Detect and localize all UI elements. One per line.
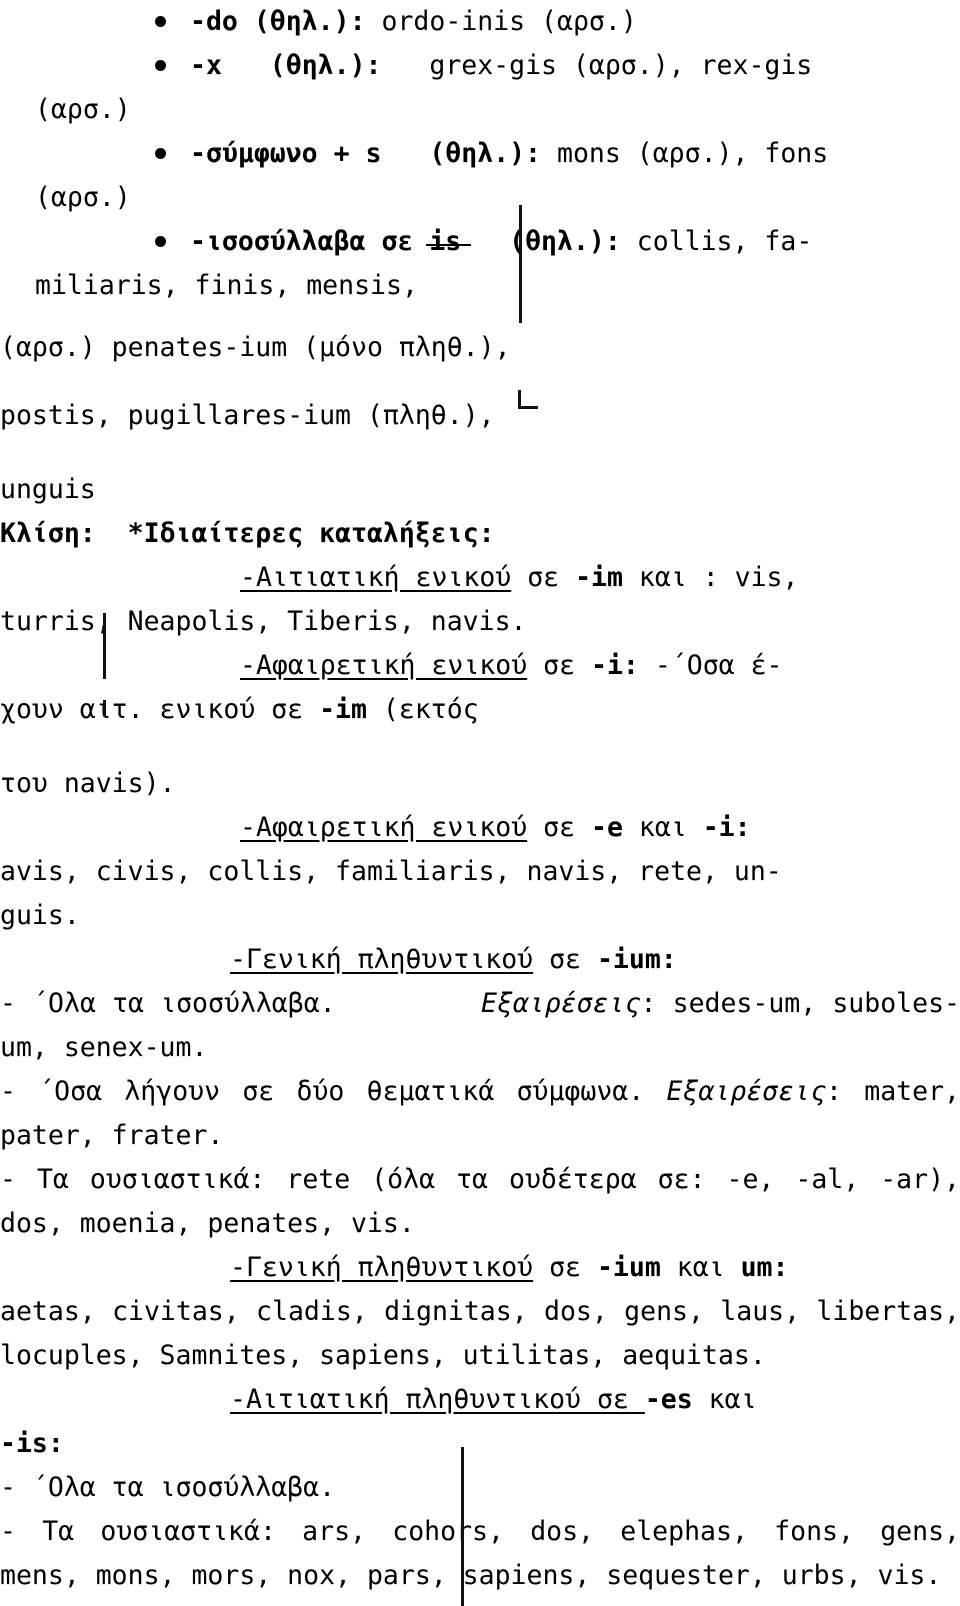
- section-heading: -Γενική πληθυντικού: [230, 1252, 534, 1283]
- section-body: turris, Neapolis, Tiberis, navis.: [0, 606, 527, 637]
- section-accusative-singular-im: -Αιτιατική ενικού σε -im και : vis,: [0, 556, 960, 600]
- section-ending-2: -i:: [702, 812, 751, 843]
- rule-text: - ΄Οσα λήγουν σε δύο θεματικά σύμφωνα.: [0, 1076, 667, 1107]
- section-body-2: του navis).: [0, 768, 176, 799]
- rule-item: - ΄Οσα λήγουν σε δύο θεματικά σύμφωνα. Ε…: [0, 1070, 960, 1158]
- bullet-gender: (θηλ.):: [509, 226, 621, 257]
- bullet-ending: -x: [190, 50, 222, 81]
- section-mid-2: και: [692, 1384, 757, 1415]
- section-ending: -ium: [596, 1252, 661, 1283]
- rule-item: - Τα ουσιαστικά: rete (όλα τα ουδέτερα σ…: [0, 1164, 960, 1239]
- section-ending: -i:: [591, 650, 639, 681]
- section-body-2: guis.: [0, 900, 80, 931]
- section-body: aetas, civitas, cladis, dignitas, dos, g…: [0, 1296, 960, 1371]
- rule-item: - Τα ουσιαστικά: ars, cohors, dos, eleph…: [0, 1516, 960, 1591]
- bullet-continuation: (αρσ.): [35, 182, 131, 213]
- section-ending: -e: [591, 812, 623, 843]
- rule-item: - ΄Ολα τα ισοσύλλαβα. Εξαιρέσεις: sedes-…: [0, 982, 960, 1070]
- bullet-gender: (θηλ.):: [253, 6, 366, 37]
- section-body-ending: -im: [319, 694, 367, 725]
- section-after: και : vis,: [622, 562, 799, 593]
- bullet-examples: ordo-inis (αρσ.): [381, 6, 637, 37]
- line-penates: (αρσ.) penates-ium (μόνο πληθ.),: [0, 332, 511, 363]
- section-mid: σε: [533, 944, 597, 975]
- klisi-heading-row: Κλίση: *Ιδιαίτερες καταλήξεις:: [0, 512, 960, 556]
- section-mid-2: και: [660, 1252, 741, 1283]
- section-after: -΄Οσα έ-: [638, 650, 783, 681]
- klisi-heading: *Ιδιαίτερες καταλήξεις:: [127, 518, 495, 549]
- section-heading: -Αιτιατική πληθυντικού σε: [230, 1384, 645, 1415]
- section-ablative-singular-e-i: -Αφαιρετική ενικού σε -e και -i:: [0, 806, 960, 850]
- section-mid: σε: [533, 1252, 597, 1283]
- list-item: -σύμφωνο + s (θηλ.): mons (αρσ.), fons (…: [0, 132, 960, 220]
- bullet-ending-prefix: -ισοσύλλαβα σε: [190, 226, 430, 257]
- bullet-examples: collis, fa-: [636, 226, 813, 257]
- rule-exceptions-label: Εξαιρέσεις: [666, 1076, 827, 1107]
- document-page: -do (θηλ.): ordo-inis (αρσ.) -x (θηλ.): …: [0, 0, 960, 1606]
- section-body: χουν αιτ. ενικού σε -im (εκτός: [0, 688, 960, 732]
- section-heading: -Γενική πληθυντικού: [230, 944, 534, 975]
- bullet-examples: grex-gis (αρσ.), rex-gis: [429, 50, 813, 81]
- bullet-dot-icon: [155, 60, 166, 71]
- pen-vertical-stroke-left-icon: [103, 613, 106, 679]
- section-ending-2: -is:: [0, 1428, 64, 1459]
- rule-item: - ΄Ολα τα ισοσύλλαβα.: [0, 1472, 336, 1503]
- section-mid: σε: [527, 812, 592, 843]
- section-heading: -Αφαιρετική ενικού: [240, 650, 528, 681]
- bullet-ending-struck: is: [426, 220, 472, 264]
- section-body: avis, civis, collis, familiaris, navis, …: [0, 856, 782, 887]
- document-body: -do (θηλ.): ordo-inis (αρσ.) -x (θηλ.): …: [0, 0, 960, 1606]
- section-genitive-plural-ium-um: -Γενική πληθυντικού σε -ium και um:: [0, 1246, 960, 1290]
- ending-bullet-list: -do (θηλ.): ordo-inis (αρσ.) -x (θηλ.): …: [0, 0, 960, 308]
- bullet-gender: (θηλ.):: [429, 138, 542, 169]
- section-ending: -ium:: [596, 944, 677, 975]
- pen-vertical-stroke-bottom-icon: [461, 1447, 464, 1606]
- section-body-text: χουν αιτ. ενικού σε: [0, 694, 320, 725]
- section-ending: -im: [575, 562, 623, 593]
- section-genitive-plural-ium: -Γενική πληθυντικού σε -ium:: [0, 938, 960, 982]
- section-heading: -Αφαιρετική ενικού: [240, 812, 528, 843]
- bullet-dot-icon: [155, 16, 166, 27]
- klisi-label: Κλίση:: [0, 518, 96, 549]
- bullet-ending: -do: [190, 6, 238, 37]
- bullet-ending: -σύμφωνο + s: [190, 138, 382, 169]
- section-heading: -Αιτιατική ενικού: [240, 562, 512, 593]
- line-unguis: unguis: [0, 474, 96, 505]
- section-mid: σε: [511, 562, 576, 593]
- section-body-after: (εκτός: [366, 694, 479, 725]
- rule-exceptions-label: Εξαιρέσεις: [480, 988, 641, 1019]
- bullet-examples: mons (αρσ.), fons: [556, 138, 829, 169]
- list-item: -x (θηλ.): grex-gis (αρσ.), rex-gis (αρσ…: [0, 44, 960, 132]
- section-mid: σε: [527, 650, 592, 681]
- bullet-dot-icon: [155, 236, 166, 247]
- line-postis: postis, pugillares-ium (πληθ.),: [0, 400, 495, 431]
- section-ablative-singular-i: -Αφαιρετική ενικού σε -i: -΄Οσα έ-: [0, 644, 960, 688]
- section-ending-2-row: -is:: [0, 1422, 960, 1466]
- bullet-continuation: (αρσ.): [35, 94, 131, 125]
- list-item: -do (θηλ.): ordo-inis (αρσ.): [0, 0, 960, 44]
- list-item: -ισοσύλλαβα σε is (θηλ.): collis, fa- mi…: [0, 220, 960, 308]
- bullet-continuation: miliaris, finis, mensis,: [35, 270, 418, 301]
- section-double-nominative-vocative: -Διπλή ονομ., κλητ. ενικού: ar-: [0, 1598, 960, 1606]
- rule-text: - ΄Ολα τα ισοσύλλαβα.: [0, 988, 336, 1019]
- section-ending-2: um:: [740, 1252, 789, 1283]
- pen-tick-left-icon: [103, 700, 106, 716]
- section-mid-2: και: [622, 812, 703, 843]
- pen-vertical-stroke-is-icon: [519, 205, 522, 323]
- bullet-gender: (θηλ.):: [269, 50, 382, 81]
- pen-l-mark-horizontal-icon: [518, 406, 538, 409]
- section-ending: -es: [644, 1384, 693, 1415]
- bullet-dot-icon: [155, 148, 166, 159]
- section-accusative-plural-es-is: -Αιτιατική πληθυντικού σε -es και: [0, 1378, 960, 1422]
